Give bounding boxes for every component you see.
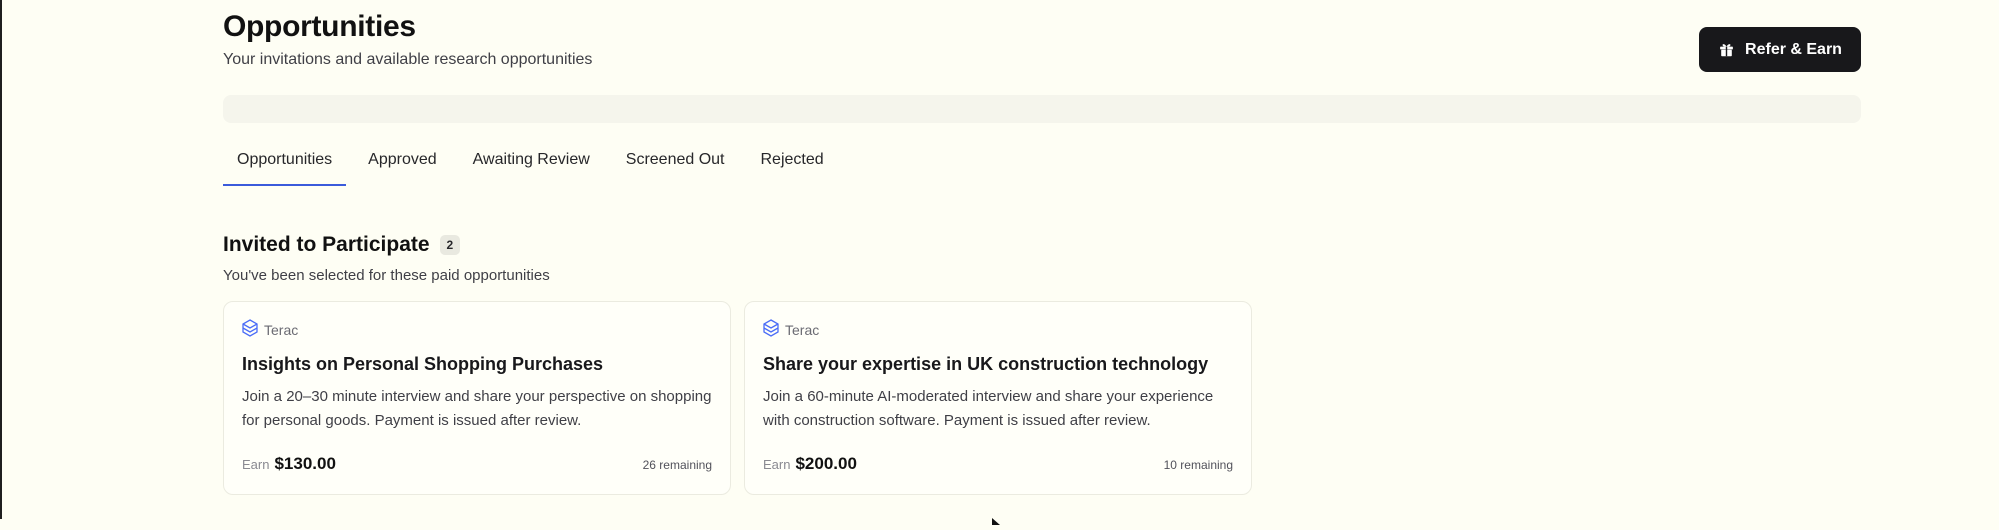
page-subtitle: Your invitations and available research … [223,51,593,68]
opportunities-page: Opportunities Your invitations and avail… [223,0,1861,495]
tab-opportunities[interactable]: Opportunities [223,140,347,186]
tab-approved[interactable]: Approved [354,140,451,186]
opportunity-card[interactable]: Terac Insights on Personal Shopping Purc… [223,301,731,495]
earn-group: Earn $200.00 [763,454,857,474]
page-header: Opportunities Your invitations and avail… [223,0,1861,80]
opportunity-card[interactable]: Terac Share your expertise in UK constru… [744,301,1252,495]
card-description: Join a 60-minute AI-moderated interview … [763,388,1214,429]
refer-and-earn-button[interactable]: Refer & Earn [1699,27,1861,72]
card-footer: Earn $130.00 26 remaining [242,454,712,474]
card-description: Join a 20–30 minute interview and share … [242,388,712,429]
page-title: Opportunities [223,10,416,43]
company-row: Terac [242,318,712,342]
earn-label: Earn [242,457,270,472]
mouse-cursor-icon [991,512,1003,530]
card-footer: Earn $200.00 10 remaining [763,454,1233,474]
gift-icon [1718,41,1735,58]
section-subtitle: You've been selected for these paid oppo… [223,267,550,284]
opportunity-card-list: Terac Insights on Personal Shopping Purc… [223,301,1252,495]
remaining-count: 26 remaining [642,458,712,472]
remaining-count: 10 remaining [1163,458,1233,472]
earn-label: Earn [763,457,791,472]
card-title: Share your expertise in UK construction … [763,354,1209,374]
invited-section-header: Invited to Participate 2 [223,233,461,257]
refer-and-earn-label: Refer & Earn [1745,40,1842,58]
section-title: Invited to Participate [223,233,430,256]
tab-awaiting-review[interactable]: Awaiting Review [459,140,604,186]
tab-screened-out[interactable]: Screened Out [612,140,739,186]
tab-rejected[interactable]: Rejected [747,140,838,186]
company-row: Terac [763,318,1233,342]
terac-logo-icon [763,318,779,342]
invite-count-badge: 2 [439,235,461,255]
status-tabs: Opportunities Approved Awaiting Review S… [223,140,846,186]
earn-amount: $130.00 [274,454,336,473]
terac-logo-icon [242,318,258,342]
company-name: Terac [785,322,820,338]
earn-amount: $200.00 [795,454,857,473]
company-name: Terac [264,322,299,338]
filter-bar[interactable] [223,95,1861,123]
window-edge [0,0,2,519]
earn-group: Earn $130.00 [242,454,336,474]
card-title: Insights on Personal Shopping Purchases [242,354,604,374]
